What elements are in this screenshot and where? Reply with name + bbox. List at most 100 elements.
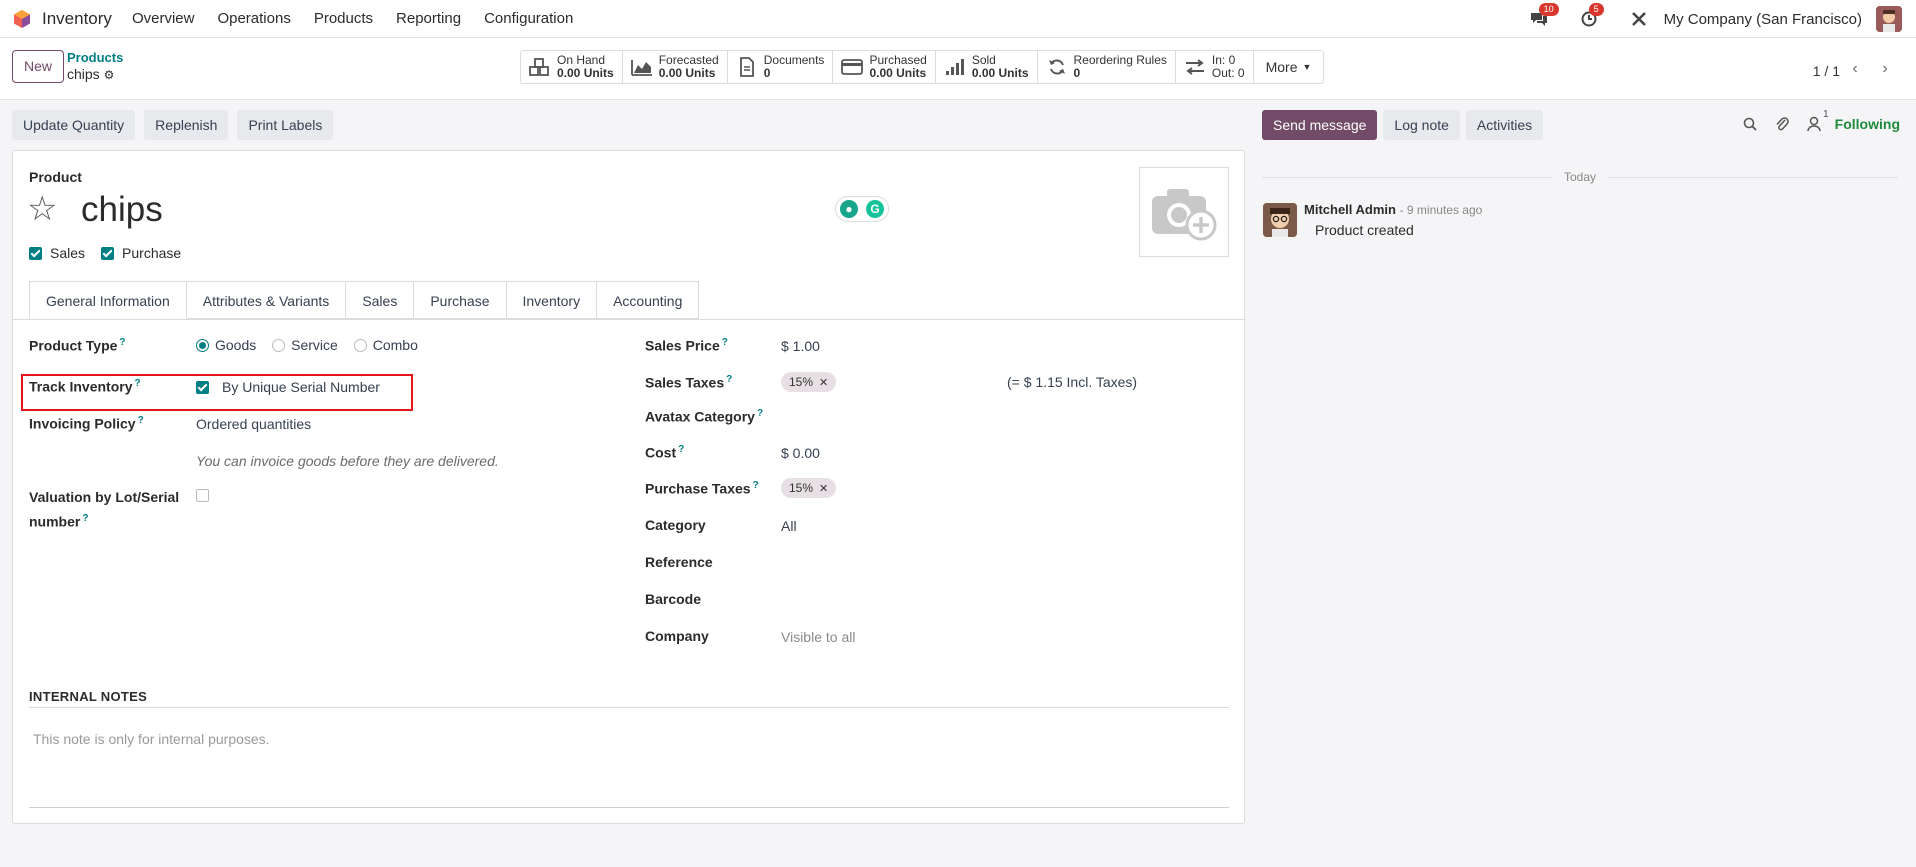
more-button[interactable]: More ▼ [1254,51,1324,83]
reordering-rules-button[interactable]: Reordering Rules 0 [1038,51,1176,83]
log-note-button[interactable]: Log note [1383,110,1460,140]
inventory-app-icon[interactable] [12,9,32,29]
product-image-upload[interactable] [1139,167,1229,257]
checkbox-checked [29,246,42,260]
paperclip-icon[interactable] [1773,115,1791,133]
sales-price-input[interactable]: $ 1.00 [781,338,820,354]
debug-tools-button[interactable] [1628,8,1650,30]
message-time: - 9 minutes ago [1399,203,1483,217]
cubes-icon [529,56,551,78]
on-hand-value: 0.00 Units [557,66,614,80]
grammarly-widget[interactable]: ● G [835,196,889,222]
tab-purchase[interactable]: Purchase [414,281,507,319]
app-name[interactable]: Inventory [42,9,112,29]
chatter-topbar: 1 Following [1727,109,1900,133]
menu-configuration[interactable]: Configuration [484,10,573,27]
remove-tag-icon[interactable]: ✕ [819,376,828,389]
tab-attributes-variants[interactable]: Attributes & Variants [186,281,347,319]
sales-taxes-label: Sales Taxes? [645,374,733,391]
user-icon [1806,116,1821,132]
refresh-icon [1046,56,1068,78]
invoicing-policy-select[interactable]: Ordered quantities [196,416,311,432]
menu-overview[interactable]: Overview [132,10,195,27]
remove-tag-icon[interactable]: ✕ [819,482,828,495]
documents-label: Documents [763,53,825,67]
menu-operations[interactable]: Operations [217,10,290,27]
purchase-checkbox[interactable]: Purchase [101,245,181,261]
chevron-right-icon[interactable]: › [1870,56,1900,82]
documents-button[interactable]: Documents 0 [728,51,834,83]
sales-taxes-field[interactable]: 15% ✕ [781,372,837,392]
messages-button[interactable]: 10 [1528,3,1559,30]
message-author[interactable]: Mitchell Admin [1304,202,1396,217]
radio-service[interactable]: Service [272,337,338,353]
update-quantity-button[interactable]: Update Quantity [12,110,136,140]
menu-products[interactable]: Products [314,10,373,27]
reordering-rules-label: Reordering Rules [1073,53,1167,67]
grammarly-icon: G [866,200,884,218]
breadcrumb-products[interactable]: Products [67,50,123,65]
form-tabs: General Information Attributes & Variant… [29,281,700,319]
product-name-input[interactable]: chips [81,190,163,230]
purchase-taxes-field[interactable]: 15% ✕ [781,478,837,498]
pager-value[interactable]: 1 / 1 [1813,63,1840,79]
tab-general-information[interactable]: General Information [29,281,187,319]
barcode-label: Barcode [645,591,702,607]
valuation-checkbox[interactable] [196,489,217,502]
following-button[interactable]: Following [1835,116,1900,132]
chatter-actions: Send message Log note Activities [1262,110,1549,140]
category-select[interactable]: All [781,518,797,534]
gear-icon[interactable]: ⚙ [104,68,115,82]
print-labels-button[interactable]: Print Labels [237,110,334,140]
replenish-button[interactable]: Replenish [144,110,229,140]
star-icon[interactable]: ☆ [27,189,57,229]
track-inventory-value[interactable]: By Unique Serial Number [222,379,380,395]
track-inventory-checkbox[interactable] [196,380,209,394]
sales-checkbox[interactable]: Sales [29,245,85,261]
purchase-taxes-label: Purchase Taxes? [645,480,759,497]
followers-button[interactable]: 1 [1805,109,1829,133]
radio-goods[interactable]: Goods [196,337,256,353]
company-select[interactable]: Visible to all [781,629,855,645]
tab-inventory[interactable]: Inventory [506,281,598,319]
sales-price-label: Sales Price? [645,337,728,354]
internal-notes-input[interactable]: This note is only for internal purposes. [33,731,270,747]
menu-reporting[interactable]: Reporting [396,10,461,27]
documents-value: 0 [763,66,771,80]
company-switcher[interactable]: My Company (San Francisco) [1664,11,1862,28]
chevron-left-icon[interactable]: ‹ [1840,56,1870,82]
activities-button[interactable]: 5 [1578,3,1604,30]
incl-taxes-text: (= $ 1.15 Incl. Taxes) [1007,374,1138,390]
out-count: Out: 0 [1211,66,1245,80]
purchased-value: 0.00 Units [869,66,927,80]
credit-card-icon [841,56,864,78]
radio-combo[interactable]: Combo [353,337,418,353]
tax-tag: 15% ✕ [781,372,837,392]
on-hand-button[interactable]: On Hand 0.00 Units [521,51,623,83]
purchased-button[interactable]: Purchased 0.00 Units [833,51,936,83]
track-inventory-field[interactable]: By Unique Serial Number [196,379,380,395]
search-icon[interactable] [1741,115,1759,133]
checkbox-checked [101,246,115,260]
breadcrumb-current-label: chips [67,66,100,82]
tab-accounting[interactable]: Accounting [597,281,700,319]
caret-down-icon: ▼ [1302,62,1312,72]
send-message-button[interactable]: Send message [1262,110,1378,140]
main-menu: Overview Operations Products Reporting C… [132,10,596,27]
tax-tag: 15% ✕ [781,478,837,498]
activities-schedule-button[interactable]: Activities [1465,110,1544,140]
sold-button[interactable]: Sold 0.00 Units [936,51,1038,83]
author-avatar[interactable] [1263,203,1297,237]
user-avatar[interactable] [1876,6,1902,32]
activities-badge: 5 [1588,3,1604,16]
avatax-category-label: Avatax Category? [645,408,764,425]
invoicing-hint: You can invoice goods before they are de… [196,453,499,469]
valuation-label: Valuation by Lot/Serial number? [29,489,180,530]
cost-input[interactable]: $ 0.00 [781,445,820,461]
tab-sales[interactable]: Sales [346,281,415,319]
forecasted-button[interactable]: Forecasted 0.00 Units [623,51,728,83]
in-out-button[interactable]: In: 0 Out: 0 [1176,51,1254,83]
more-label: More [1265,59,1298,75]
product-type-label: Product Type? [29,337,126,354]
new-button[interactable]: New [12,50,65,83]
